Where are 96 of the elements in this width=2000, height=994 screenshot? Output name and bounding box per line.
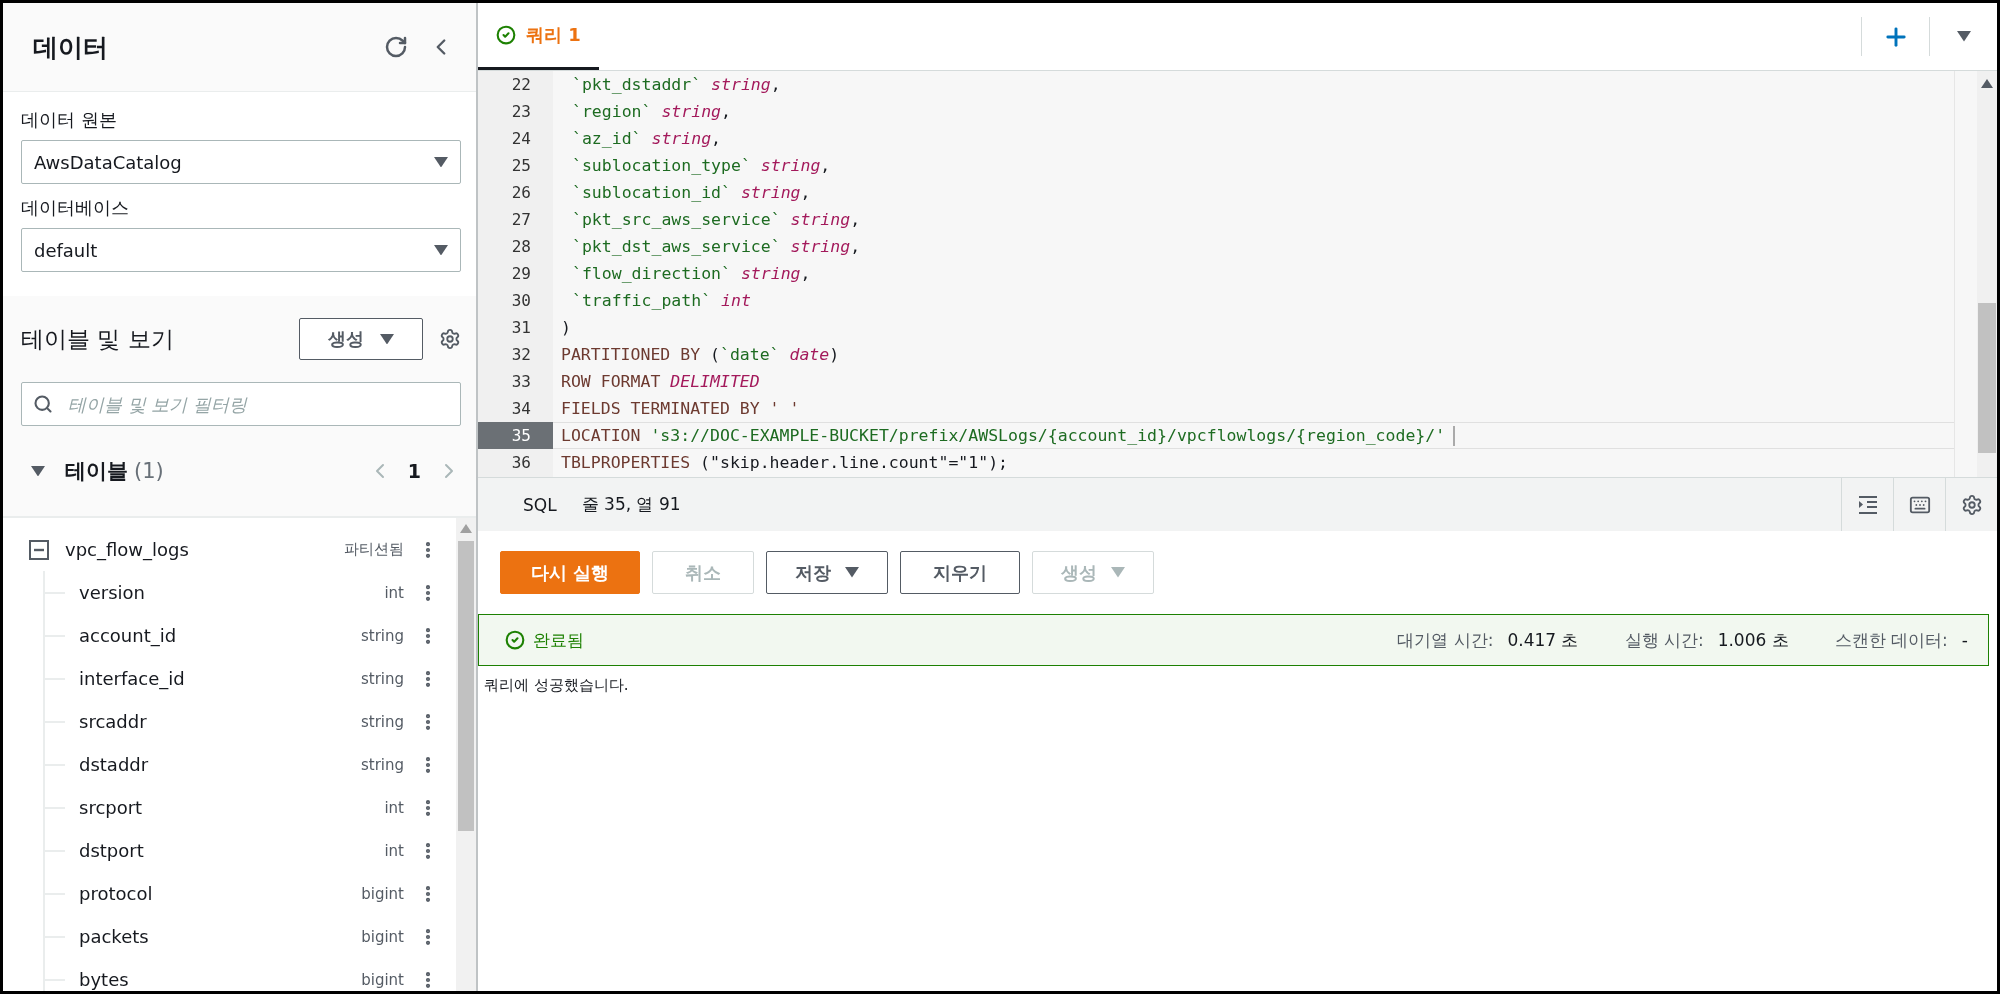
column-name: packets	[79, 926, 150, 947]
check-circle-icon	[496, 25, 516, 45]
line-number: 35	[478, 422, 553, 449]
settings-icon[interactable]	[439, 328, 461, 350]
panel-title: 데이터	[33, 31, 109, 64]
line-number: 26	[510, 182, 532, 204]
column-type: int	[384, 841, 404, 860]
line-number: 34	[510, 398, 532, 420]
stat-label: 대기열 시간:	[1397, 628, 1494, 652]
language-label: SQL	[523, 494, 557, 515]
line-number: 31	[510, 317, 532, 339]
database-select[interactable]: default	[21, 228, 461, 272]
action-button[interactable]: 지우기	[900, 551, 1021, 594]
group-count: (1)	[134, 459, 165, 483]
code-line: `pkt_src_aws_service` string,	[571, 209, 861, 231]
caret-icon	[1111, 567, 1126, 578]
filter-field[interactable]: 테이블 및 보기 필터링	[21, 382, 461, 426]
line-number: 29	[510, 263, 532, 285]
page-number[interactable]: 1	[407, 460, 421, 482]
refresh-icon[interactable]	[384, 35, 408, 59]
stat-label: 스캔한 데이터:	[1834, 628, 1948, 652]
column-type: string	[360, 669, 404, 688]
settings-icon[interactable]	[1960, 493, 1983, 516]
text-cursor	[1453, 425, 1456, 446]
code-line: LOCATION 's3://DOC-EXAMPLE-BUCKET/prefix/AWSLogs/{account_id}/vpcflowlogs/{region_code}/'	[560, 425, 1446, 447]
line-number: 28	[510, 236, 532, 258]
line-number: 23	[510, 101, 532, 123]
data-source-select[interactable]: AwsDataCatalog	[21, 140, 461, 184]
stat-value: 1.006 초	[1717, 628, 1789, 652]
column-type: string	[360, 712, 404, 731]
section-title: 테이블 및 보기	[21, 324, 175, 354]
field-label: 데이터 원본	[21, 108, 118, 132]
column-name: bytes	[79, 969, 130, 990]
stat-value: -	[1961, 630, 1968, 650]
cursor-position: 줄 35, 열 91	[581, 493, 682, 516]
create-button[interactable]: 생성	[299, 318, 423, 360]
scrollbar[interactable]	[1977, 71, 1997, 477]
scroll-up-icon	[1981, 79, 1993, 88]
column-name: interface_id	[79, 668, 186, 689]
column-name: srcaddr	[79, 711, 148, 732]
field-label: 데이터베이스	[21, 196, 130, 220]
column-name: protocol	[79, 883, 154, 904]
column-name: dstport	[79, 840, 145, 861]
line-number: 33	[510, 371, 532, 393]
code-line: `traffic_path` int	[571, 290, 751, 312]
scroll-up-icon	[460, 524, 472, 533]
line-number: 27	[510, 209, 532, 231]
caret-icon	[31, 465, 45, 477]
scrollbar-thumb[interactable]	[1978, 303, 1996, 453]
code-line: `region` string,	[571, 101, 731, 123]
column-name: srcport	[79, 797, 144, 818]
line-number: 24	[510, 128, 532, 150]
line-number: 25	[510, 155, 532, 177]
column-type: bigint	[361, 884, 404, 903]
indent-icon[interactable]	[1857, 495, 1878, 514]
line-number: 30	[510, 290, 532, 312]
code-line: TBLPROPERTIES ("skip.header.line.count"="1");	[560, 452, 1009, 474]
caret-icon	[1956, 31, 1971, 42]
stat-label: 실행 시간:	[1624, 628, 1704, 652]
code-line: )	[560, 317, 571, 339]
line-number: 32	[510, 344, 532, 366]
code-line: `pkt_dstaddr` string,	[571, 74, 781, 96]
column-type: string	[360, 755, 404, 774]
caret-icon	[434, 244, 448, 256]
scrollbar-thumb[interactable]	[458, 541, 474, 831]
group-title[interactable]: 테이블	[65, 457, 128, 485]
code-line: ROW FORMAT DELIMITED	[560, 371, 760, 393]
code-line: `az_id` string,	[571, 128, 722, 150]
line-number: 36	[510, 452, 532, 474]
code-line: `sublocation_id` string,	[571, 182, 811, 204]
line-number: 22	[510, 74, 532, 96]
column-name: version	[79, 582, 146, 603]
code-line: `pkt_dst_aws_service` string,	[571, 236, 861, 258]
status-text: 완료됨	[533, 628, 585, 652]
stat-value: 0.417 초	[1507, 628, 1579, 652]
action-button[interactable]: 저장	[766, 551, 889, 594]
code-line: PARTITIONED BY (`date` date)	[560, 344, 840, 366]
code-line: FIELDS TERMINATED BY ' '	[560, 398, 800, 420]
caret-icon	[380, 333, 394, 345]
scrollbar[interactable]	[456, 518, 476, 991]
column-type: string	[360, 626, 404, 645]
column-name: account_id	[79, 625, 178, 646]
collapse-icon[interactable]	[29, 539, 49, 560]
check-circle-icon	[505, 630, 525, 650]
code-line: `sublocation_type` string,	[571, 155, 831, 177]
column-type: int	[384, 798, 404, 817]
table-name[interactable]: vpc_flow_logs	[65, 539, 344, 560]
result-message: 쿼리에 성공했습니다.	[483, 675, 630, 696]
table-type: 파티션됨	[344, 540, 404, 559]
caret-icon	[434, 156, 448, 168]
column-type: bigint	[361, 927, 404, 946]
caret-icon	[845, 567, 860, 578]
column-type: int	[384, 583, 404, 602]
column-name: dstaddr	[79, 754, 150, 775]
code-line: `flow_direction` string,	[571, 263, 811, 285]
column-type: bigint	[361, 970, 404, 989]
